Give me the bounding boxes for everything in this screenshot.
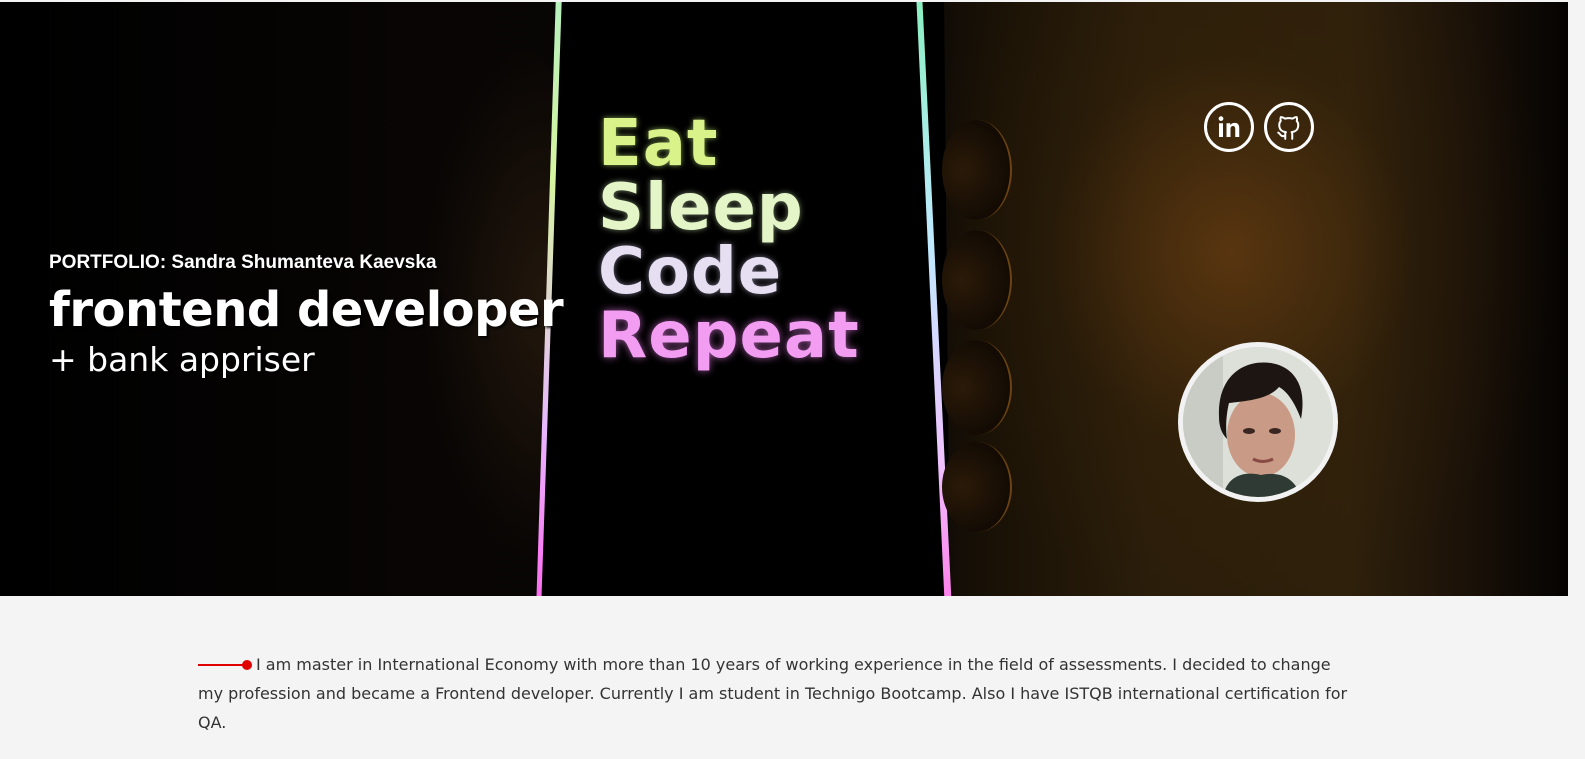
page-title: frontend developer [49, 282, 564, 338]
slogan-line: Code [598, 235, 783, 309]
red-bullet-line [198, 660, 252, 670]
slogan-line: Eat [598, 107, 719, 181]
social-links [1204, 102, 1314, 152]
linkedin-icon [1218, 116, 1240, 137]
bullet-line [198, 664, 244, 666]
github-icon [1277, 116, 1300, 140]
finger [942, 340, 1012, 435]
about-text: I am master in International Economy wit… [198, 655, 1348, 732]
finger [942, 230, 1012, 330]
slogan-line: Sleep [598, 171, 804, 245]
portfolio-kicker: PORTFOLIO: Sandra Shumanteva Kaevska [49, 252, 437, 273]
slogan-line: Repeat [598, 299, 860, 373]
avatar [1178, 342, 1338, 502]
bullet-dot [242, 660, 252, 670]
about-section: I am master in International Economy wit… [198, 650, 1348, 737]
linkedin-link[interactable] [1204, 102, 1254, 152]
finger [942, 120, 1012, 220]
hero-heading: PORTFOLIO: Sandra Shumanteva Kaevska fro… [49, 252, 564, 382]
github-link[interactable] [1264, 102, 1314, 152]
finger [942, 442, 1012, 532]
hero-banner: Eat Sleep Code Repeat PORTFOLIO: Sandra … [0, 2, 1568, 596]
page-subtitle: + bank appriser [49, 340, 315, 379]
phone-slogan: Eat Sleep Code Repeat [598, 112, 860, 368]
profile-photo [1183, 347, 1333, 497]
